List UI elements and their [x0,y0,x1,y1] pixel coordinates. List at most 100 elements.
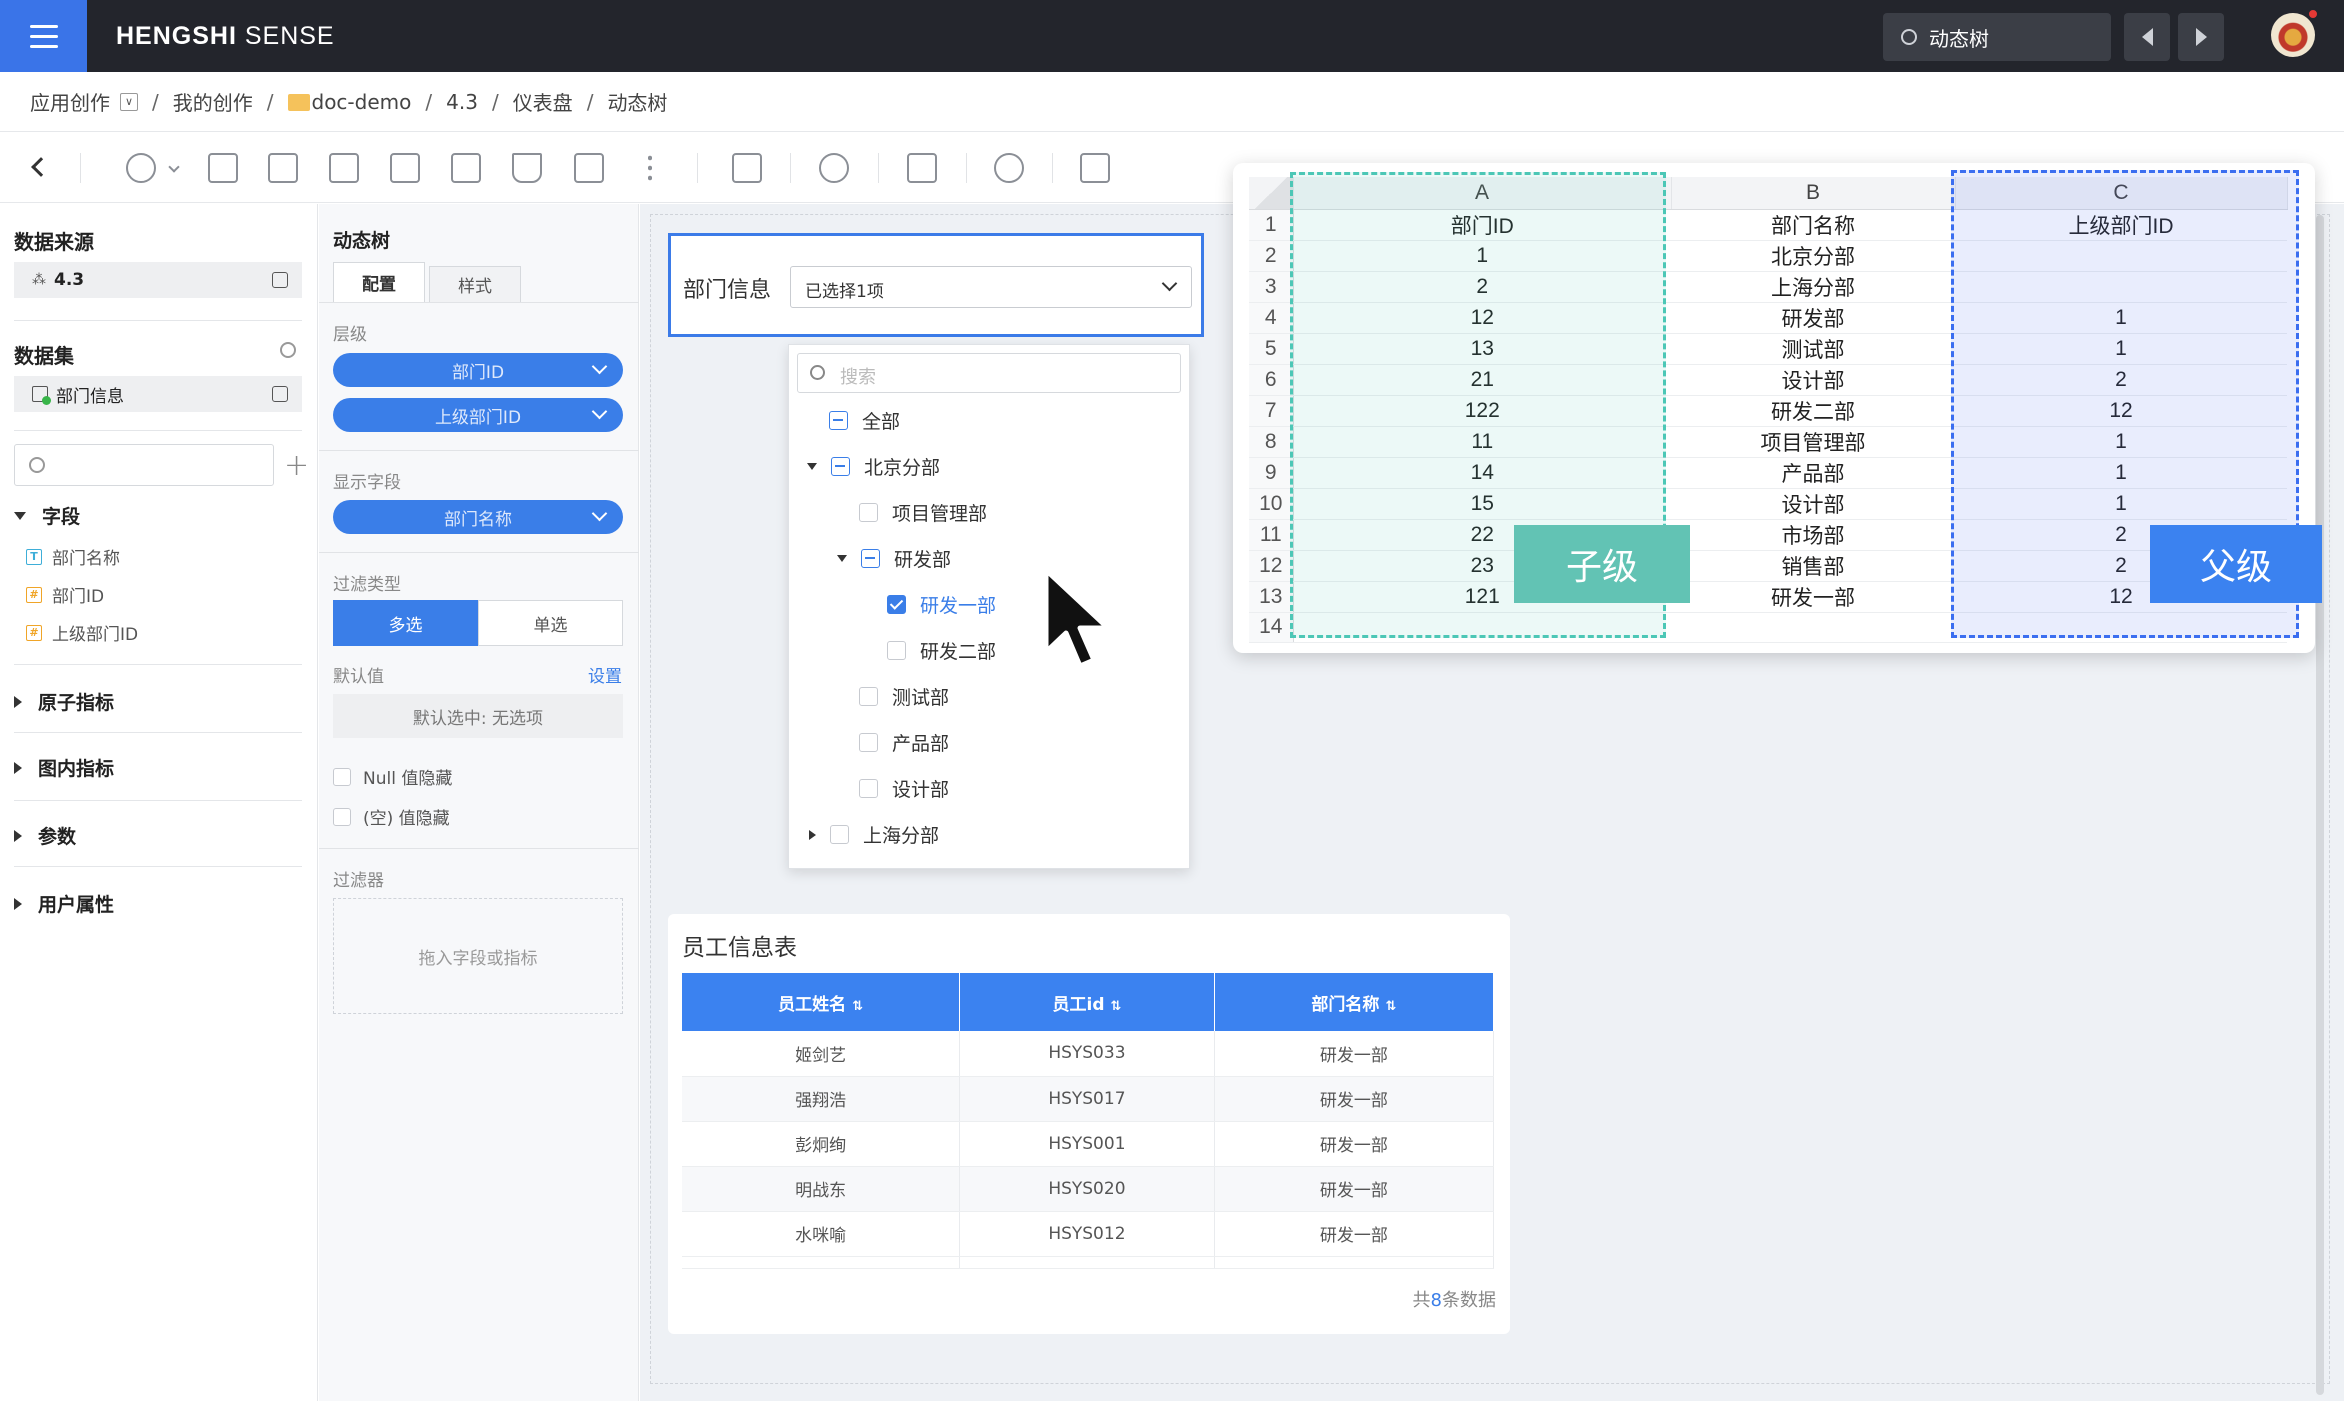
default-set-link[interactable]: 设置 [588,662,622,687]
image-icon[interactable] [208,153,238,183]
breadcrumb-my-create[interactable]: 我的创作 [173,87,253,116]
field-item[interactable]: # 部门ID [26,582,104,607]
checkbox[interactable] [859,687,878,706]
breadcrumb-app[interactable]: doc-demo [287,90,411,114]
filter-drop-zone[interactable]: 拖入字段或指标 [333,898,623,1014]
tree-node-test[interactable]: 测试部 [859,683,949,710]
checkbox[interactable] [829,411,848,430]
sheet-cell[interactable]: 项目管理部 [1671,426,1955,458]
tree-node-rd[interactable]: 研发部 [837,545,951,572]
copy-icon[interactable] [272,386,288,402]
field-item[interactable]: # 上级部门ID [26,620,138,645]
display-field-pill[interactable]: 部门名称 [333,500,623,534]
breadcrumb-app-create[interactable]: 应用创作 [30,87,110,116]
caret-down-icon[interactable] [837,555,847,562]
search-icon[interactable] [280,342,296,358]
datasource-item[interactable]: ⁂ 4.3 [14,262,302,298]
empty-hide-option[interactable]: (空) 值隐藏 [333,804,450,829]
filter-type-multi[interactable]: 多选 [333,600,478,646]
caret-down-icon[interactable] [807,463,817,470]
sheet-cell[interactable]: 设计部 [1671,364,1955,396]
breadcrumb-dashboards[interactable]: 仪表盘 [513,87,573,116]
sort-icon[interactable]: ⇅ [1110,999,1121,1014]
filter-icon[interactable] [512,153,542,183]
null-hide-option[interactable]: Null 值隐藏 [333,764,452,789]
group-user-attrs[interactable]: 用户属性 [14,890,114,917]
checkbox[interactable] [859,733,878,752]
avatar[interactable] [2271,13,2315,57]
breadcrumb-version[interactable]: 4.3 [446,90,478,114]
tree-node-rd2[interactable]: 研发二部 [887,637,996,664]
chevron-down-icon[interactable] [168,161,180,173]
chart-add-icon[interactable] [126,153,156,183]
checkbox[interactable] [830,825,849,844]
checkbox[interactable] [859,779,878,798]
sheet-cell[interactable]: 研发一部 [1671,581,1955,613]
components-icon[interactable] [390,153,420,183]
tab-style[interactable]: 样式 [429,266,521,302]
group-chart-metrics[interactable]: 图内指标 [14,754,114,781]
share-icon[interactable] [994,153,1024,183]
chevron-down-icon[interactable]: ∨ [120,92,138,111]
fields-group[interactable]: 字段 [14,502,80,529]
table-icon[interactable] [329,153,359,183]
refresh-icon[interactable] [819,153,849,183]
column-header[interactable]: 部门名称 ⇅ [1214,973,1495,1031]
sort-icon[interactable]: ⇅ [852,999,863,1014]
export-icon[interactable] [1080,153,1110,183]
checkbox[interactable] [859,503,878,522]
sort-icon[interactable]: ⇅ [1385,999,1396,1014]
sheet-cell[interactable]: 产品部 [1671,457,1955,489]
sheet-cell[interactable]: 研发部 [1671,302,1955,334]
caret-right-icon[interactable] [809,829,816,840]
layout-icon[interactable] [574,153,604,183]
filter-type-single[interactable]: 单选 [478,600,623,646]
more-icon[interactable] [648,153,652,183]
copy-icon[interactable] [272,272,288,288]
sheet-cell[interactable]: 部门名称 [1671,209,1955,241]
tree-node-shanghai[interactable]: 上海分部 [809,821,939,848]
prev-dashboard-button[interactable] [2124,13,2170,61]
level-field-pill[interactable]: 上级部门ID [333,398,623,432]
filter-select[interactable]: 已选择1项 [790,266,1192,308]
field-item[interactable]: T 部门名称 [26,544,120,569]
checkbox[interactable] [831,457,850,476]
present-icon[interactable] [732,153,762,183]
tree-node-rd1[interactable]: 研发一部 [887,591,996,618]
sheet-cell[interactable]: 研发二部 [1671,395,1955,427]
sheet-cell[interactable]: 市场部 [1671,519,1955,551]
tree-node-product[interactable]: 产品部 [859,729,949,756]
group-params[interactable]: 参数 [14,822,76,849]
tree-node-pm[interactable]: 项目管理部 [859,499,987,526]
fullscreen-icon[interactable] [907,153,937,183]
sheet-cell[interactable]: 测试部 [1671,333,1955,365]
tab-config[interactable]: 配置 [333,262,425,302]
checkbox[interactable] [333,767,351,786]
field-search-input[interactable] [14,444,274,486]
group-atomic-metrics[interactable]: 原子指标 [14,688,114,715]
dynamic-tree-filter[interactable]: 部门信息 已选择1项 [668,233,1204,337]
checkbox[interactable] [333,807,351,826]
level-field-pill[interactable]: 部门ID [333,353,623,387]
sheet-cell[interactable]: 北京分部 [1671,240,1955,272]
dashboard-switcher[interactable]: 动态树 [1883,13,2111,61]
column-header[interactable]: 员工id ⇅ [959,973,1215,1031]
checkbox[interactable] [887,595,906,614]
sheet-cell[interactable]: 销售部 [1671,550,1955,582]
text-icon[interactable] [268,153,298,183]
back-icon[interactable] [31,157,51,177]
dataset-item[interactable]: 部门信息 [14,376,302,412]
tree-node-design[interactable]: 设计部 [859,775,949,802]
tree-node-beijing[interactable]: 北京分部 [807,453,940,480]
tree-node-all[interactable]: 全部 [829,407,900,434]
sheet-cell[interactable] [1671,612,1955,643]
next-dashboard-button[interactable] [2178,13,2224,61]
form-icon[interactable] [451,153,481,183]
column-header[interactable]: 员工姓名 ⇅ [682,973,961,1031]
add-icon[interactable]: + [284,448,309,483]
checkbox[interactable] [861,549,880,568]
canvas-scrollbar[interactable] [2316,215,2324,1395]
sheet-cell[interactable]: 上海分部 [1671,271,1955,303]
tree-search-input[interactable]: 搜索 [797,353,1181,393]
sheet-cell[interactable]: 设计部 [1671,488,1955,520]
